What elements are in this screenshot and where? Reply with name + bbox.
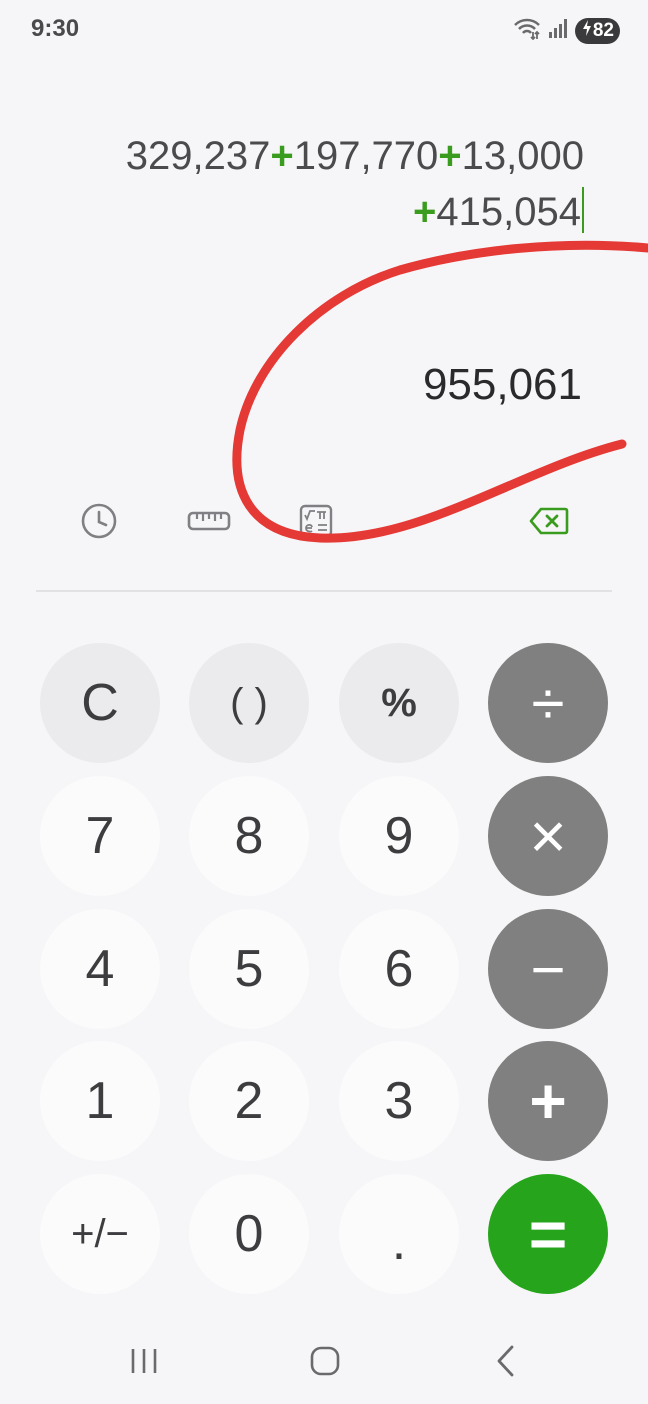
battery-level: 82 [592,19,614,41]
digit-0-button[interactable]: 0 [189,1174,309,1294]
unit-converter-button[interactable] [184,500,234,546]
operator-plus: + [413,190,437,234]
home-icon [310,1346,340,1381]
operand: 329,237 [125,134,271,178]
expression-display[interactable]: 329,237+197,770+13,000 +415,054 [44,128,584,240]
equals-button[interactable]: = [488,1174,608,1294]
digit-5-button[interactable]: 5 [189,909,309,1029]
expression-line-1: 329,237+197,770+13,000 [44,128,584,184]
battery-charging-icon [581,19,593,43]
operand: 13,000 [461,134,584,178]
minus-button[interactable]: − [488,909,608,1029]
divide-button[interactable]: ÷ [488,643,608,763]
plus-button[interactable]: + [488,1041,608,1161]
digit-9-button[interactable]: 9 [339,776,459,896]
digit-1-button[interactable]: 1 [40,1041,160,1161]
plus-minus-button[interactable]: +/− [40,1174,160,1294]
battery-indicator: 82 [574,17,620,44]
scientific-mode-button[interactable] [292,500,340,546]
digit-2-button[interactable]: 2 [189,1041,309,1161]
wifi-icon [513,16,541,45]
unit-converter-ruler-icon [187,509,231,538]
multiply-button[interactable]: × [488,776,608,896]
divider [36,590,612,592]
operand: 197,770 [293,134,439,178]
expression-line-2: +415,054 [44,184,584,240]
recent-apps-icon [129,1347,159,1380]
history-button[interactable] [75,500,123,546]
status-time: 9:30 [31,15,80,42]
operand: 415,054 [436,190,581,234]
clear-button[interactable]: C [40,643,160,763]
digit-3-button[interactable]: 3 [339,1041,459,1161]
scientific-mode-icon [298,503,334,544]
status-icons: 82 [513,16,620,45]
text-cursor [582,187,584,233]
status-bar: 9:30 82 [0,0,648,60]
decimal-button[interactable]: . [339,1174,459,1294]
home-button[interactable] [295,1340,355,1386]
backspace-icon [529,506,569,541]
operator-plus: + [270,134,294,178]
digit-6-button[interactable]: 6 [339,909,459,1029]
parentheses-button[interactable]: ( ) [189,643,309,763]
back-button[interactable] [476,1340,536,1386]
recent-apps-button[interactable] [114,1340,174,1386]
result-preview: 955,061 [422,360,582,409]
digit-8-button[interactable]: 8 [189,776,309,896]
signal-icon [547,17,569,44]
back-icon [494,1344,518,1383]
backspace-button[interactable] [525,500,573,546]
digit-7-button[interactable]: 7 [40,776,160,896]
history-icon [79,501,119,546]
percent-button[interactable]: % [339,643,459,763]
operator-plus: + [438,134,462,178]
calculator-screen: 9:30 82 329,237+197,770+13,000 +415,054 … [0,0,648,1404]
digit-4-button[interactable]: 4 [40,909,160,1029]
